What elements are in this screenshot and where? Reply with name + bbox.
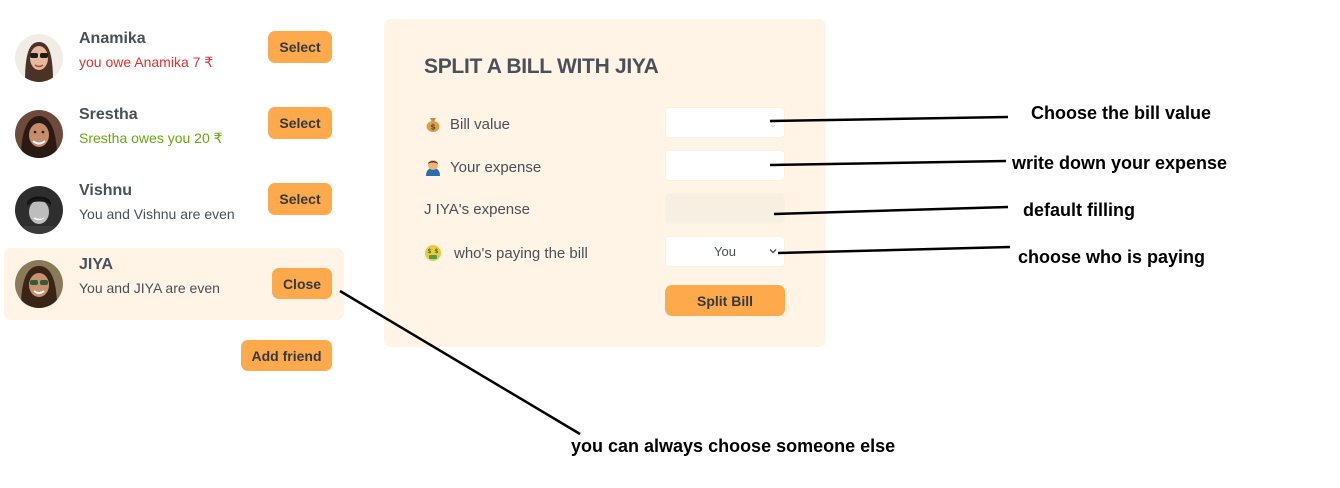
friend-balance: You and JIYA are even <box>79 280 220 296</box>
svg-text:$: $ <box>430 123 436 132</box>
annotation-default: default filling <box>1023 200 1135 220</box>
friend-item-jiya: JIYA You and JIYA are even Close <box>4 248 344 320</box>
select-button[interactable]: Select <box>268 31 332 63</box>
friend-name: JIYA <box>79 256 114 273</box>
friend-name: Srestha <box>79 106 138 123</box>
your-expense-label: Your expense <box>450 158 542 176</box>
money-mouth-face-icon: $ $ <box>424 244 442 262</box>
avatar <box>15 186 63 234</box>
avatar <box>15 34 63 82</box>
select-button[interactable]: Select <box>268 107 332 139</box>
split-bill-button[interactable]: Split Bill <box>665 285 785 316</box>
spinner-icon <box>770 120 776 128</box>
bill-value-input[interactable] <box>665 107 785 138</box>
close-button[interactable]: Close <box>272 268 332 299</box>
friend-balance: you owe Anamika 7 ₹ <box>79 54 214 70</box>
payer-label: who's paying the bill <box>454 244 588 262</box>
svg-text:$: $ <box>434 248 438 255</box>
bill-value-label: Bill value <box>450 115 511 133</box>
friend-item-anamika: Anamika you owe Anamika 7 ₹ Select <box>4 22 344 94</box>
friend-name: Anamika <box>79 30 146 47</box>
friend-balance: Srestha owes you 20 ₹ <box>79 130 223 146</box>
annotation-payer: choose who is paying <box>1018 247 1206 267</box>
bill-value-row: $ Bill value <box>424 115 510 133</box>
friend-item-srestha: Srestha Srestha owes you 20 ₹ Select <box>4 98 344 170</box>
friend-expense-label: J IYA's expense <box>424 201 530 218</box>
add-friend-button[interactable]: Add friend <box>241 340 332 371</box>
annotation-someone-else: you can always choose someone else <box>571 436 896 456</box>
friend-name: Vishnu <box>79 182 133 199</box>
svg-text:$: $ <box>427 248 431 255</box>
friend-expense-input <box>665 193 785 224</box>
avatar <box>15 110 63 158</box>
select-button[interactable]: Select <box>268 183 332 215</box>
payer-row: $ $ who's paying the bill <box>424 244 588 262</box>
your-expense-input[interactable] <box>665 150 785 181</box>
person-icon <box>424 158 442 176</box>
annotation-bill: Choose the bill value <box>1031 103 1212 123</box>
money-bag-icon: $ <box>424 115 442 133</box>
annotation-expense: write down your expense <box>1012 153 1228 173</box>
payer-selected-value: You <box>714 244 736 259</box>
form-title: SPLIT A BILL WITH JIYA <box>424 55 659 78</box>
friend-item-vishnu: Vishnu You and Vishnu are even Select <box>4 174 344 246</box>
friend-balance: You and Vishnu are even <box>79 206 235 222</box>
split-bill-form: SPLIT A BILL WITH JIYA $ Bill value Your… <box>384 19 826 347</box>
chevron-down-icon <box>769 249 777 254</box>
friend-expense-row: J IYA's expense <box>424 201 530 218</box>
your-expense-row: Your expense <box>424 158 541 176</box>
payer-select[interactable]: You <box>665 236 785 267</box>
avatar <box>15 260 63 308</box>
